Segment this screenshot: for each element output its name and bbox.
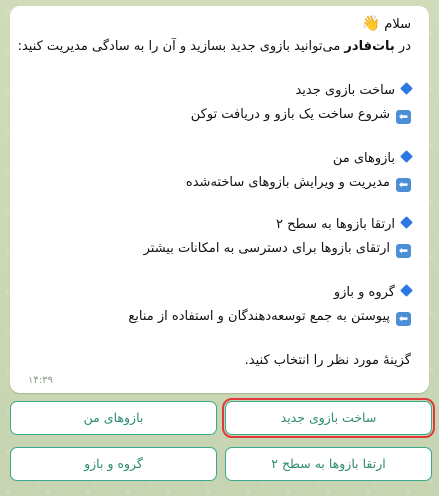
message-bubble: سلام👋 در بات‌فادر می‌توانید بازوی جدید ب… [10, 6, 429, 393]
section-desc-text: شروع ساخت یک بازو و دریافت توکن [190, 107, 390, 122]
section-title-4: گروه و بازو [333, 284, 413, 302]
upgrade-bots-button[interactable]: ارتقا بازوها به سطح ۲ [225, 447, 432, 481]
section-title-text: بازوهای من [332, 151, 395, 166]
left-arrow-icon: ⬅ [396, 244, 411, 258]
section-title-1: ساخت بازوی جدید [295, 82, 413, 100]
intro-bold: بات‌فادر [344, 39, 395, 54]
my-bots-button[interactable]: بازوهای من [10, 401, 217, 435]
new-bot-button[interactable]: ساخت بازوی جدید [222, 398, 435, 438]
greeting-text: سلام [384, 17, 411, 32]
blue-diamond-icon [400, 150, 413, 163]
greeting-line: سلام👋 [362, 14, 411, 34]
section-title-3: ارتقا بازوها به سطح ۲ [275, 216, 413, 234]
section-title-2: بازوهای من [332, 150, 413, 168]
left-arrow-icon: ⬅ [396, 110, 411, 124]
section-desc-text: ارتقای بازوها برای دسترسی به امکانات بیش… [143, 241, 390, 256]
section-desc-2: ⬅ مدیریت و ویرایش بازوهای ساخته‌شده [186, 174, 411, 192]
blue-diamond-icon [400, 284, 413, 297]
section-desc-4: ⬅ پیوستن به جمع توسعه‌دهندگان و استفاده ا… [128, 308, 411, 326]
section-desc-text: پیوستن به جمع توسعه‌دهندگان و استفاده از… [128, 309, 390, 324]
section-desc-3: ⬅ ارتقای بازوها برای دسترسی به امکانات بی… [144, 240, 411, 258]
group-and-bot-button[interactable]: گروه و بازو [10, 447, 217, 481]
message-time: ۱۴:۳۹ [28, 375, 53, 386]
left-arrow-icon: ⬅ [396, 178, 411, 192]
footer-line: گزینهٔ مورد نظر را انتخاب کنید. [244, 353, 411, 368]
section-title-text: ارتقا بازوها به سطح ۲ [275, 217, 395, 232]
intro-line: در بات‌فادر می‌توانید بازوی جدید بسازید … [18, 38, 411, 56]
blue-diamond-icon [400, 82, 413, 95]
blue-diamond-icon [400, 216, 413, 229]
section-desc-1: ⬅ شروع ساخت یک بازو و دریافت توکن [191, 106, 411, 124]
waving-hand-icon: 👋 [361, 14, 381, 32]
intro-prefix: در [394, 39, 411, 54]
section-title-text: گروه و بازو [333, 285, 395, 300]
intro-rest: می‌توانید بازوی جدید بسازید و آن را به س… [17, 39, 345, 54]
left-arrow-icon: ⬅ [396, 312, 411, 326]
section-title-text: ساخت بازوی جدید [295, 83, 395, 98]
section-desc-text: مدیریت و ویرایش بازوهای ساخته‌شده [185, 175, 390, 190]
